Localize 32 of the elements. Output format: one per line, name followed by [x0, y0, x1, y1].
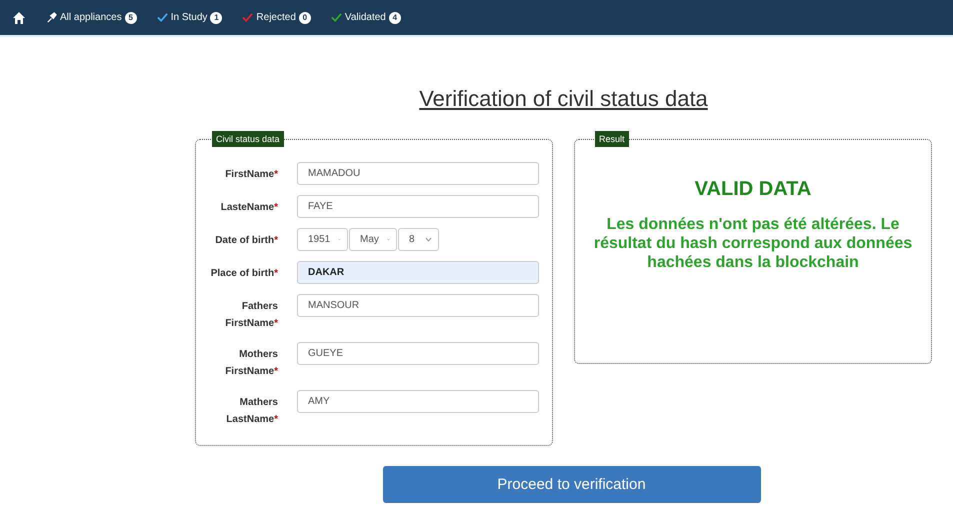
result-message: Les données n'ont pas été altérées. Le résultat du hash correspond aux données hachées dans la blockchain — [592, 215, 914, 272]
field-label: LasteName* — [220, 201, 278, 215]
nav-link[interactable]: In Study 1 — [156, 12, 222, 24]
field-label: Mathers LastName* — [225, 396, 278, 427]
text-field[interactable]: MANSOUR — [297, 294, 539, 317]
count-badge: 4 — [388, 12, 401, 24]
home-icon[interactable] — [12, 10, 26, 24]
verify-button[interactable]: Proceed to verification — [382, 466, 760, 503]
text-field[interactable]: FAYE — [297, 195, 539, 218]
caret-icon — [425, 237, 432, 242]
text-field[interactable]: MAMADOU — [297, 162, 539, 185]
nav-link[interactable]: All appliances 5 — [46, 12, 137, 24]
day-dropdown[interactable]: 8 — [398, 228, 439, 251]
text-field[interactable]: GUEYE — [297, 342, 539, 365]
field-label: Fathers FirstName* — [224, 300, 278, 331]
text-field[interactable]: AMY — [297, 390, 539, 413]
field-label: FirstName* — [224, 168, 278, 182]
nav-link[interactable]: Rejected 0 — [242, 12, 311, 24]
count-badge: 5 — [124, 12, 137, 24]
field-label: Date of birth* — [214, 234, 278, 248]
count-badge: 1 — [210, 12, 222, 24]
count-badge: 0 — [298, 12, 311, 24]
result-heading: VALID DATA — [694, 178, 812, 201]
nav-link[interactable]: Validated 4 — [330, 12, 401, 24]
panel-legend: Result — [595, 131, 629, 147]
field-label: Place of birth* — [210, 267, 278, 281]
field-label: Mothers FirstName* — [224, 348, 278, 379]
page-title: Verification of civil status data — [418, 85, 709, 113]
month-dropdown[interactable]: May — [349, 228, 397, 251]
panel-legend: Civil status data — [212, 131, 284, 147]
year-dropdown[interactable]: 1951 — [297, 228, 348, 251]
text-field[interactable]: DAKAR — [297, 261, 539, 284]
